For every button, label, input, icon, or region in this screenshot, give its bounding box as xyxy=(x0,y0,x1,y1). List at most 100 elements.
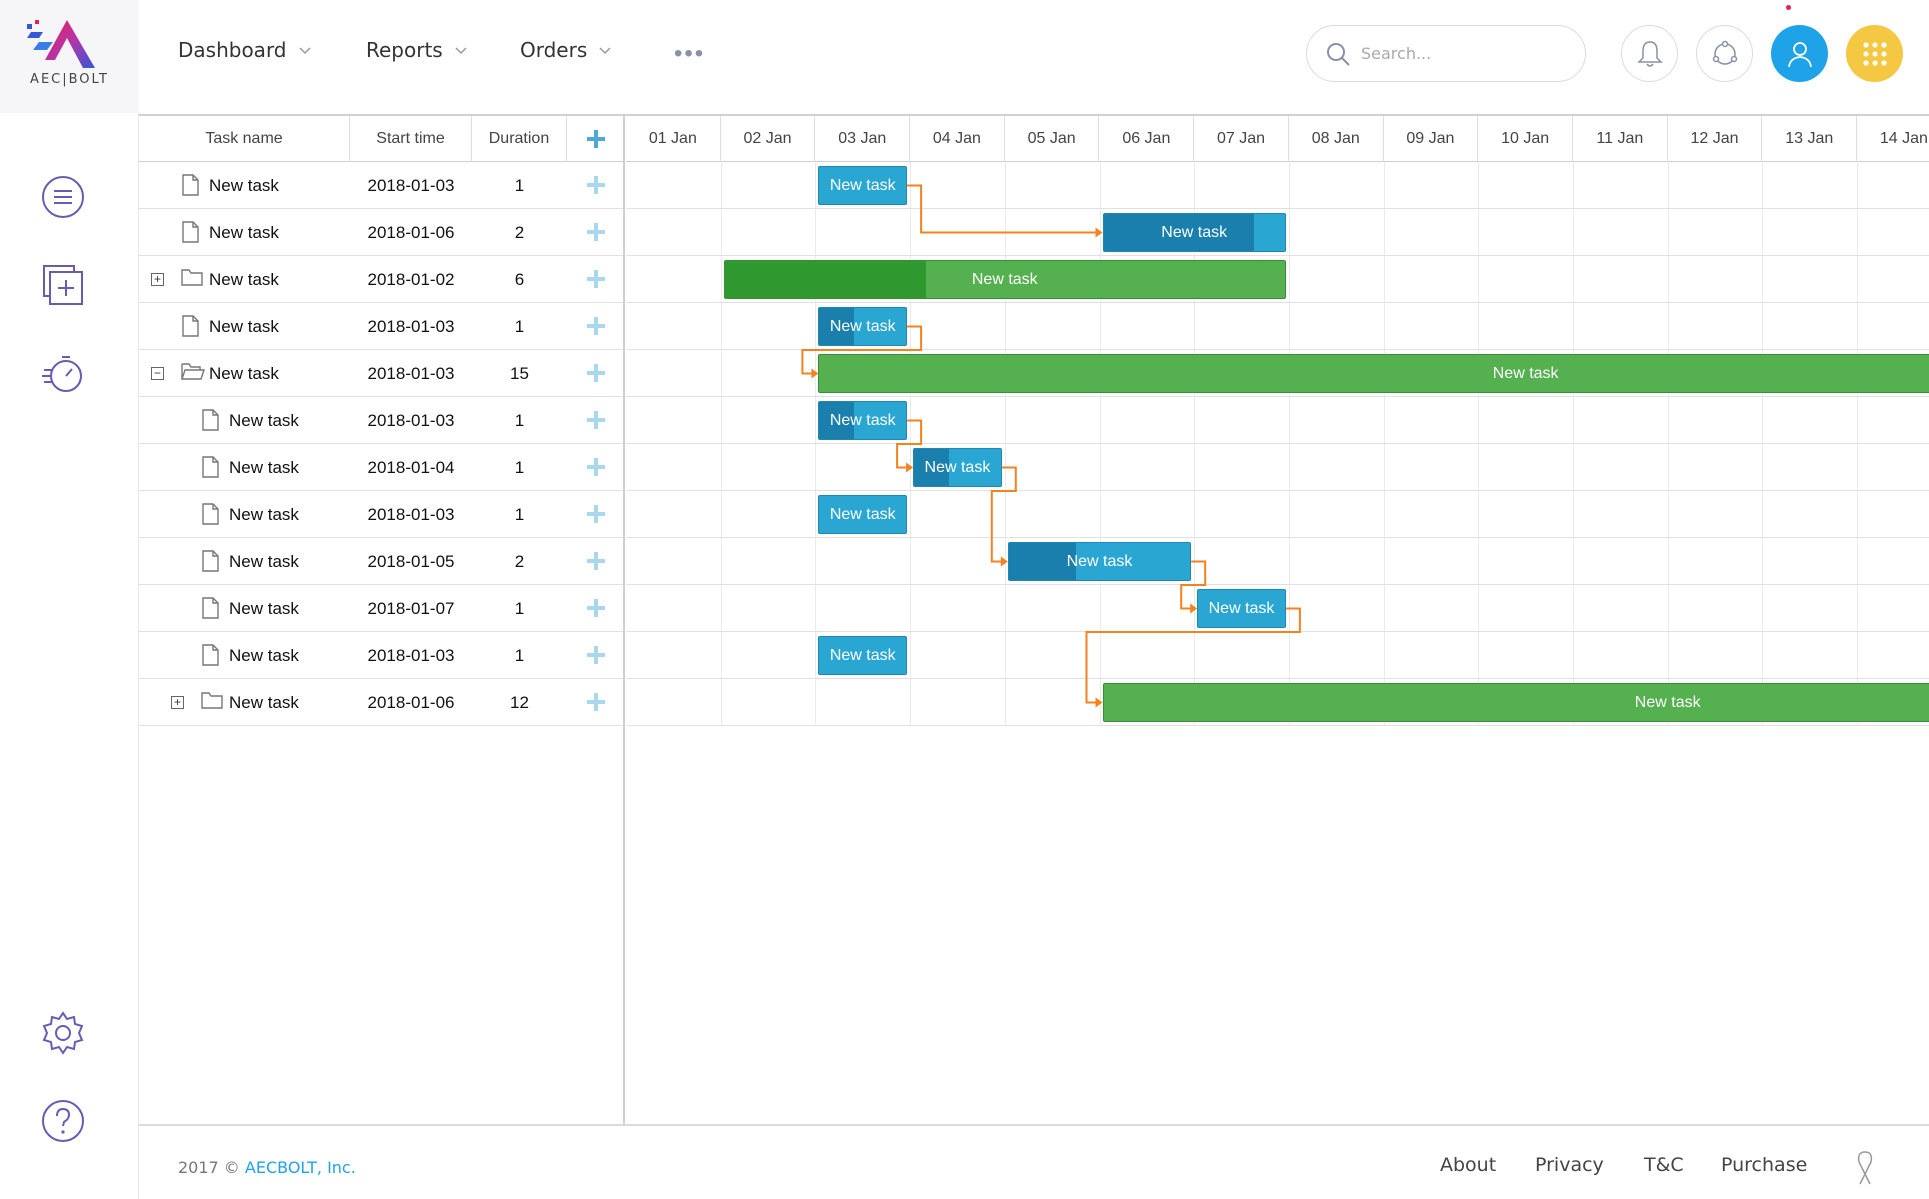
menu-list-icon[interactable] xyxy=(38,172,88,222)
col-duration[interactable]: Duration xyxy=(472,116,567,162)
task-row[interactable]: + New task 2018-01-02 6 xyxy=(139,256,623,303)
file-icon xyxy=(201,503,219,530)
collapse-toggle[interactable]: − xyxy=(151,367,164,380)
chevron-down-icon xyxy=(455,47,467,55)
search-icon xyxy=(1327,42,1350,66)
apps-grid-button[interactable] xyxy=(1846,25,1903,82)
task-name: New task xyxy=(209,364,279,383)
file-icon xyxy=(201,644,219,671)
task-row[interactable]: New task 2018-01-03 1 xyxy=(139,162,623,209)
task-duration: 1 xyxy=(514,176,525,195)
add-subtask-icon[interactable] xyxy=(586,363,606,383)
bar-label: New task xyxy=(829,318,896,335)
add-subtask-icon[interactable] xyxy=(586,457,606,477)
logo-icon xyxy=(27,20,95,68)
sidebar: AEC|BOLT xyxy=(0,0,139,1199)
about-link[interactable]: About xyxy=(1440,1154,1496,1176)
folder-icon xyxy=(181,268,203,291)
task-duration: 12 xyxy=(510,693,529,712)
add-subtask-icon[interactable] xyxy=(586,598,606,618)
user-icon xyxy=(1787,41,1812,67)
task-start: 2018-01-03 xyxy=(367,411,455,430)
task-start: 2018-01-06 xyxy=(367,223,455,242)
task-start: 2018-01-05 xyxy=(367,552,455,571)
add-subtask-icon[interactable] xyxy=(586,269,606,289)
expand-toggle[interactable]: + xyxy=(171,696,184,709)
bar-label: New task xyxy=(829,177,896,194)
file-icon xyxy=(201,597,219,624)
task-row[interactable]: − New task 2018-01-03 15 xyxy=(139,350,623,397)
task-row[interactable]: New task 2018-01-07 1 xyxy=(139,585,623,632)
add-subtask-icon[interactable] xyxy=(586,316,606,336)
search-box[interactable] xyxy=(1306,25,1586,82)
stopwatch-icon[interactable] xyxy=(38,348,88,398)
dependency-link[interactable] xyxy=(896,419,923,469)
task-row[interactable]: New task 2018-01-04 1 xyxy=(139,444,623,491)
dependency-link[interactable] xyxy=(907,184,1097,234)
add-subtask-icon[interactable] xyxy=(586,551,606,571)
task-name: New task xyxy=(209,270,279,289)
notifications-button[interactable] xyxy=(1621,25,1678,82)
more-menu-icon[interactable]: ••• xyxy=(674,40,705,68)
help-icon[interactable] xyxy=(38,1096,88,1146)
bar-label: New task xyxy=(829,412,896,429)
expand-toggle[interactable]: + xyxy=(151,273,164,286)
logo-area[interactable]: AEC|BOLT xyxy=(0,0,139,113)
purchase-link[interactable]: Purchase xyxy=(1721,1154,1807,1176)
task-row[interactable]: New task 2018-01-05 2 xyxy=(139,538,623,585)
link-arrow xyxy=(906,462,914,473)
task-start: 2018-01-03 xyxy=(367,317,455,336)
nav-orders[interactable]: Orders xyxy=(520,38,611,62)
col-task-name[interactable]: Task name xyxy=(139,116,350,162)
task-name: New task xyxy=(229,505,299,524)
dependency-link[interactable] xyxy=(990,466,1017,563)
notification-dot xyxy=(1786,5,1791,10)
sync-icon xyxy=(1712,40,1737,65)
add-subtask-icon[interactable] xyxy=(586,504,606,524)
link-arrow xyxy=(1190,603,1198,614)
task-row[interactable]: New task 2018-01-06 2 xyxy=(139,209,623,256)
bar-label: New task xyxy=(829,647,896,664)
task-start: 2018-01-02 xyxy=(367,270,455,289)
add-subtask-icon[interactable] xyxy=(586,410,606,430)
task-duration: 1 xyxy=(514,411,525,430)
file-icon xyxy=(201,550,219,577)
task-start: 2018-01-03 xyxy=(367,364,455,383)
settings-gear-icon[interactable] xyxy=(38,1008,88,1058)
task-row[interactable]: New task 2018-01-03 1 xyxy=(139,303,623,350)
privacy-link[interactable]: Privacy xyxy=(1535,1154,1604,1176)
copyright: 2017 © AECBOLT, Inc. xyxy=(178,1158,356,1177)
dependency-link[interactable] xyxy=(1180,560,1207,610)
col-start-time[interactable]: Start time xyxy=(350,116,472,162)
task-start: 2018-01-07 xyxy=(367,599,455,618)
timeline: 01 Jan 02 Jan 03 Jan 04 Jan 05 Jan 06 Jan 07 J… xyxy=(626,116,1929,1124)
task-row[interactable]: New task 2018-01-03 1 xyxy=(139,632,623,679)
add-subtask-icon[interactable] xyxy=(586,692,606,712)
task-row[interactable]: + New task 2018-01-06 12 xyxy=(139,679,623,726)
add-subtask-icon[interactable] xyxy=(586,175,606,195)
add-subtask-icon[interactable] xyxy=(586,222,606,242)
chevron-down-icon xyxy=(599,47,611,55)
user-profile-button[interactable] xyxy=(1771,25,1828,82)
gantt-chart: Task name Start time Duration New task 20… xyxy=(139,114,1929,1124)
link-arrow xyxy=(1095,697,1103,708)
task-start: 2018-01-03 xyxy=(367,646,455,665)
add-subtask-icon[interactable] xyxy=(586,645,606,665)
task-row[interactable]: New task 2018-01-03 1 xyxy=(139,491,623,538)
brand-link[interactable]: AECBOLT, Inc. xyxy=(245,1158,356,1177)
task-start: 2018-01-04 xyxy=(367,458,455,477)
task-name: New task xyxy=(229,693,299,712)
nav-dashboard[interactable]: Dashboard xyxy=(178,38,311,62)
dependency-links xyxy=(801,184,1301,708)
add-page-icon[interactable] xyxy=(38,260,88,310)
task-row[interactable]: New task 2018-01-03 1 xyxy=(139,397,623,444)
tc-link[interactable]: T&C xyxy=(1644,1154,1684,1176)
search-input[interactable] xyxy=(1361,44,1561,63)
sync-button[interactable] xyxy=(1696,25,1753,82)
add-task-icon[interactable] xyxy=(586,129,606,149)
dependency-link[interactable] xyxy=(1085,607,1301,704)
nav-reports[interactable]: Reports xyxy=(366,38,467,62)
task-duration: 1 xyxy=(514,599,525,618)
bar-label: New task xyxy=(1492,365,1559,382)
task-grid: Task name Start time Duration New task 20… xyxy=(139,116,625,1124)
